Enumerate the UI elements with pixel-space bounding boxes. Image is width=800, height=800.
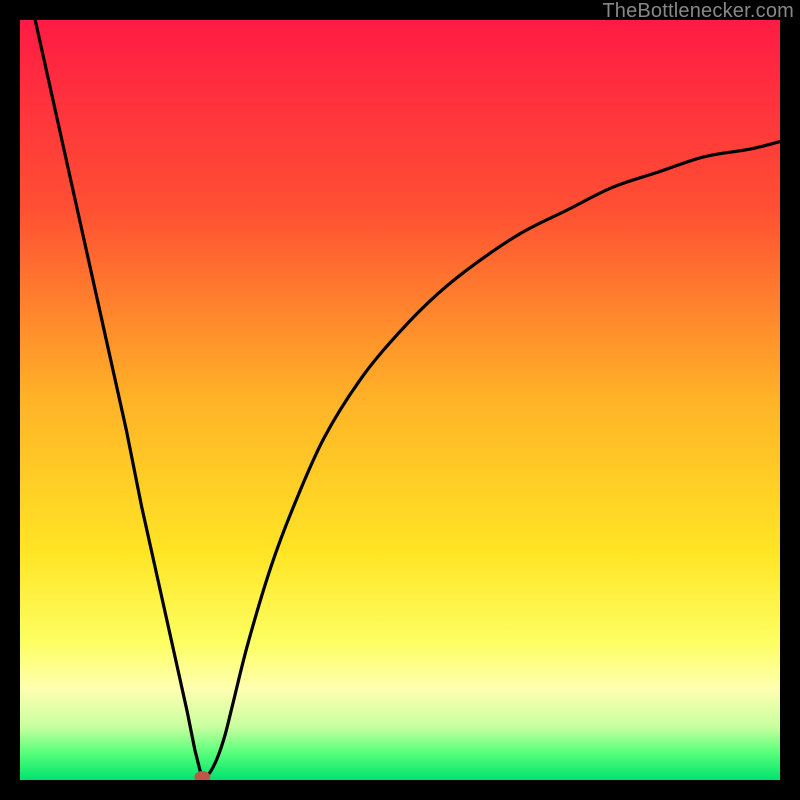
credit-link[interactable]: TheBottlenecker.com xyxy=(602,0,794,23)
chart-plot xyxy=(20,20,780,780)
gradient-background xyxy=(20,20,780,780)
chart-svg xyxy=(20,20,780,780)
